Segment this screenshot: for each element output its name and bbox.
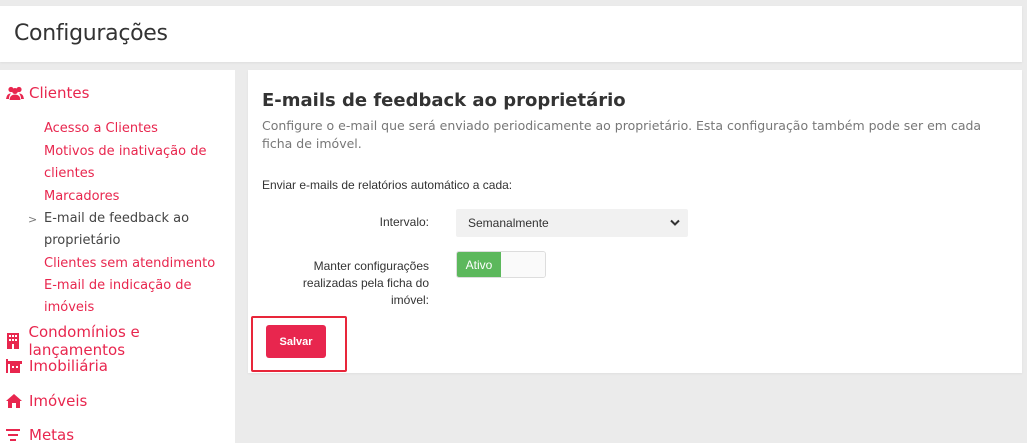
save-button[interactable]: Salvar bbox=[266, 325, 326, 358]
sidebar-item-acesso-clientes[interactable]: Acesso a Clientes bbox=[44, 118, 229, 140]
sidebar-item-email-indicacao[interactable]: E-mail de indicação de imóveis bbox=[44, 275, 229, 319]
sidebar-item-motivos-inativacao[interactable]: Motivos de inativação de clientes bbox=[44, 141, 229, 185]
building-icon bbox=[6, 333, 23, 349]
sidebar: Clientes Acesso a Clientes Motivos de in… bbox=[0, 70, 235, 443]
top-bar: Configurações bbox=[0, 6, 1022, 62]
page-title: Configurações bbox=[14, 21, 168, 46]
settings-card: E-mails de feedback ao proprietário Conf… bbox=[248, 70, 1022, 373]
interval-select[interactable]: Semanalmente bbox=[456, 209, 688, 237]
toggle-knob bbox=[501, 252, 545, 277]
sidebar-item-email-feedback[interactable]: E-mail de feedback ao proprietário bbox=[44, 208, 229, 252]
keep-settings-toggle[interactable]: Ativo bbox=[456, 251, 546, 278]
interval-label: Intervalo: bbox=[379, 215, 429, 229]
sidebar-section-label: Metas bbox=[29, 426, 75, 443]
sidebar-section-label: Imobiliária bbox=[29, 357, 108, 375]
sidebar-section-imobiliaria[interactable]: Imobiliária bbox=[6, 357, 108, 375]
toggle-on-label: Ativo bbox=[457, 252, 501, 277]
sidebar-section-metas[interactable]: Metas bbox=[6, 426, 74, 443]
sidebar-item-clientes-sem-atendimento[interactable]: Clientes sem atendimento bbox=[44, 253, 229, 275]
sidebar-section-label: Imóveis bbox=[29, 392, 88, 410]
send-emails-label: Enviar e-mails de relatórios automático … bbox=[262, 178, 513, 192]
chevron-right-icon: > bbox=[28, 213, 38, 226]
section-title: E-mails de feedback ao proprietário bbox=[262, 90, 626, 111]
interval-value: Semanalmente bbox=[468, 216, 549, 230]
home-icon bbox=[6, 393, 24, 409]
filter-icon bbox=[6, 427, 24, 443]
sidebar-section-label: Clientes bbox=[29, 84, 90, 102]
users-icon bbox=[6, 85, 24, 101]
sidebar-section-clientes[interactable]: Clientes bbox=[6, 84, 89, 102]
chevron-down-icon bbox=[670, 216, 680, 233]
keep-settings-label: Manter configurações realizadas pela fic… bbox=[302, 259, 429, 307]
sidebar-section-imoveis[interactable]: Imóveis bbox=[6, 392, 87, 410]
sidebar-section-condominios[interactable]: Condomínios e lançamentos bbox=[6, 323, 235, 359]
section-description: Configure o e-mail que será enviado peri… bbox=[262, 118, 982, 151]
office-icon bbox=[6, 358, 24, 374]
sidebar-item-marcadores[interactable]: Marcadores bbox=[44, 186, 229, 208]
sidebar-section-label: Condomínios e lançamentos bbox=[28, 323, 140, 359]
